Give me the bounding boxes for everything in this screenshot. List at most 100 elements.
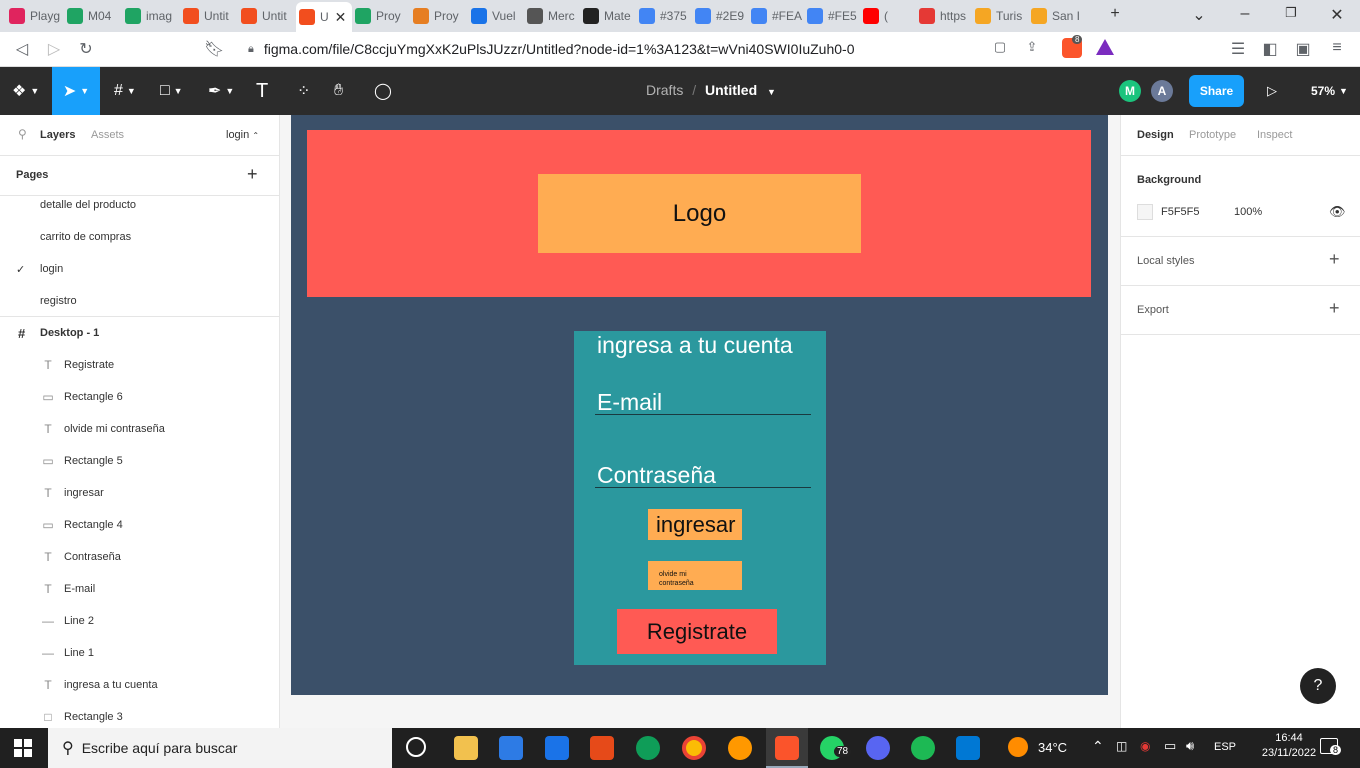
network-icon[interactable]: ▭ xyxy=(1164,738,1176,754)
current-page-selector[interactable]: login ⌃ xyxy=(226,129,259,141)
background-opacity[interactable]: 100% xyxy=(1234,206,1262,218)
layer-item[interactable]: T E-mail xyxy=(0,573,279,605)
tab-search-chevron-icon[interactable]: ⌄ xyxy=(1189,5,1209,25)
whatsapp-icon[interactable]: 78 xyxy=(820,736,852,760)
brave-taskbar-item-active[interactable] xyxy=(766,728,808,768)
forward-icon[interactable]: ▷ xyxy=(44,39,64,59)
tab-layers[interactable]: Layers xyxy=(40,129,75,141)
forgot-password-button[interactable]: olvide mi contraseña xyxy=(648,561,742,590)
layer-item[interactable]: — Line 2 xyxy=(0,605,279,637)
volume-icon[interactable]: 🔊︎ xyxy=(1186,738,1194,754)
browser-tab[interactable]: Proy xyxy=(352,4,410,28)
sidebar-icon[interactable]: ◧ xyxy=(1260,39,1280,59)
layer-item[interactable]: T Contraseña xyxy=(0,541,279,573)
new-tab-button[interactable]: + xyxy=(1105,5,1125,23)
eye-icon[interactable]: 👁︎ xyxy=(1329,204,1346,220)
menu-icon[interactable]: ≡ xyxy=(1327,39,1347,57)
browser-tab[interactable]: #FEA xyxy=(748,4,804,28)
frame-tool-button[interactable]: # ▼ xyxy=(114,79,136,103)
discord-icon[interactable] xyxy=(866,736,890,760)
vscode-icon[interactable] xyxy=(956,736,980,760)
layer-item[interactable]: ▭ Rectangle 5 xyxy=(0,445,279,477)
breadcrumb-drafts[interactable]: Drafts xyxy=(646,82,683,98)
layer-item[interactable]: ▭ Rectangle 4 xyxy=(0,509,279,541)
clipboard-icon[interactable]: ▢ xyxy=(990,39,1010,55)
page-item[interactable]: registro xyxy=(0,285,279,317)
layer-item[interactable]: ▭ Rectangle 6 xyxy=(0,381,279,413)
chevron-up-icon[interactable]: ⌃ xyxy=(1092,738,1104,755)
meet-now-icon[interactable]: ◫ xyxy=(1116,739,1127,753)
office-icon[interactable] xyxy=(590,736,614,760)
browser-tab[interactable]: Playg xyxy=(6,4,64,28)
browser-tab[interactable]: #FE5 xyxy=(804,4,860,28)
close-tab-icon[interactable]: ✕ xyxy=(335,9,347,26)
minimize-button[interactable]: – xyxy=(1235,5,1255,23)
search-icon[interactable]: ⚲ xyxy=(18,127,27,141)
help-button[interactable]: ? xyxy=(1300,668,1336,704)
layer-item[interactable]: T Registrate xyxy=(0,349,279,381)
share-button[interactable]: Share xyxy=(1189,75,1244,107)
chevron-down-icon[interactable]: ▼ xyxy=(767,87,776,97)
browser-tab[interactable]: https xyxy=(916,4,972,28)
browser-tab[interactable]: Turis xyxy=(972,4,1028,28)
brave-rewards-icon[interactable] xyxy=(1096,39,1114,55)
browser-tab[interactable]: Merc xyxy=(524,4,580,28)
tab-inspect[interactable]: Inspect xyxy=(1257,129,1292,141)
login-card[interactable]: ingresa a tu cuenta E-mail Contraseña in… xyxy=(574,331,826,665)
hand-tool-button[interactable]: ✋︎ xyxy=(334,79,343,103)
main-menu-button[interactable]: ❖ ▼ xyxy=(12,79,39,103)
browser-tab[interactable]: #375 xyxy=(636,4,692,28)
page-item[interactable]: detalle del producto xyxy=(0,189,279,221)
canvas[interactable]: Logo ingresa a tu cuenta E-mail Contrase… xyxy=(280,115,1120,728)
url-field[interactable]: 🔒︎ figma.com/file/C8ccjuYmgXxK2uPlsJUzzr… xyxy=(240,36,1120,62)
layer-item[interactable]: — Line 1 xyxy=(0,637,279,669)
back-icon[interactable]: ◁ xyxy=(12,39,32,59)
file-name[interactable]: Untitled xyxy=(705,82,757,98)
store-icon[interactable] xyxy=(499,736,523,760)
weather-temp[interactable]: 34°C xyxy=(1038,740,1067,755)
browser-tab[interactable]: imag xyxy=(122,4,180,28)
windows-start-icon[interactable] xyxy=(14,739,32,757)
reload-icon[interactable]: ↻ xyxy=(76,39,96,59)
wallet-icon[interactable]: ▣ xyxy=(1293,39,1313,59)
notification-icon[interactable]: 8 xyxy=(1320,738,1342,755)
browser-tab[interactable]: Untit xyxy=(238,4,296,28)
add-export-icon[interactable]: + xyxy=(1329,298,1340,319)
add-style-icon[interactable]: + xyxy=(1329,249,1340,270)
zoom-menu[interactable]: 57% ▼ xyxy=(1311,79,1348,103)
browser-tab[interactable]: Vuel xyxy=(468,4,524,28)
add-page-icon[interactable]: + xyxy=(247,164,258,185)
playlist-icon[interactable]: ☰ xyxy=(1228,39,1248,59)
desktop-frame[interactable]: Logo ingresa a tu cuenta E-mail Contrase… xyxy=(291,115,1108,695)
network-status-icon[interactable]: ◉ xyxy=(1140,739,1150,753)
taskbar-search[interactable]: ⚲ Escribe aquí para buscar xyxy=(48,728,392,768)
present-button[interactable]: ▷ xyxy=(1267,79,1277,103)
registrate-button[interactable]: Registrate xyxy=(617,609,777,654)
layer-item[interactable]: Tingresa a tu cuenta xyxy=(0,669,279,701)
tab-assets[interactable]: Assets xyxy=(91,129,124,141)
edge-icon[interactable] xyxy=(636,736,660,760)
avatar-a[interactable]: A xyxy=(1151,80,1173,102)
tab-prototype[interactable]: Prototype xyxy=(1189,129,1236,141)
browser-tab[interactable]: Proy xyxy=(410,4,468,28)
clock[interactable]: 16:44 23/11/2022 xyxy=(1258,732,1320,759)
frame-layer[interactable]: # Desktop - 1 xyxy=(0,317,279,349)
file-explorer-icon[interactable] xyxy=(454,736,478,760)
browser-tab[interactable]: U ✕ xyxy=(296,2,352,32)
ingresar-button[interactable]: ingresar xyxy=(648,509,742,540)
spotify-icon[interactable] xyxy=(911,736,935,760)
vpn-icon[interactable] xyxy=(728,736,752,760)
language-indicator[interactable]: ESP xyxy=(1214,741,1236,753)
page-item[interactable]: carrito de compras xyxy=(0,221,279,253)
pen-tool-button[interactable]: ✒ ▼ xyxy=(208,79,234,103)
browser-tab[interactable]: Mate xyxy=(580,4,636,28)
browser-tab[interactable]: Untit xyxy=(180,4,238,28)
layer-item[interactable]: Tolvide mi contraseña xyxy=(0,413,279,445)
background-swatch[interactable] xyxy=(1137,204,1153,220)
header-rectangle[interactable]: Logo xyxy=(307,130,1091,297)
avatar-m[interactable]: M xyxy=(1119,80,1141,102)
browser-tab[interactable]: #2E9 xyxy=(692,4,748,28)
share-page-icon[interactable]: ⇪ xyxy=(1022,39,1042,55)
layer-item[interactable]: Tingresar xyxy=(0,477,279,509)
bookmark-icon[interactable]: 🔖︎ xyxy=(204,39,224,59)
